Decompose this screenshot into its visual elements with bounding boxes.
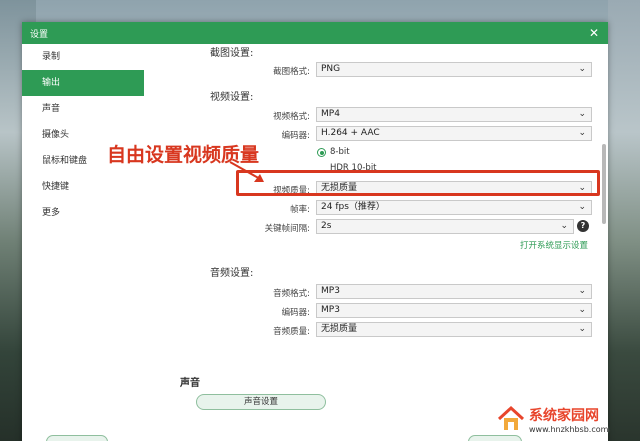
audio-quality-value: 无损质量 xyxy=(321,324,358,334)
audio-quality-select[interactable]: 无损质量 ⌄ xyxy=(316,322,592,337)
sound-section-title: 声音 xyxy=(180,378,200,389)
window-title: 设置 xyxy=(30,29,49,40)
background-right xyxy=(608,0,640,441)
audio-format-value: MP3 xyxy=(321,286,340,296)
chevron-down-icon: ⌄ xyxy=(560,221,568,231)
bottom-left-button[interactable] xyxy=(46,435,108,441)
audio-encoder-select[interactable]: MP3 ⌄ xyxy=(316,303,592,318)
chevron-down-icon: ⌄ xyxy=(578,109,586,119)
video-format-value: MP4 xyxy=(321,109,340,119)
settings-content: 截图设置: 截图格式: PNG ⌄ 视频设置: 视频格式: MP4 ⌄ 编码器:… xyxy=(144,44,608,441)
sidebar: 录制 输出 声音 摄像头 鼠标和键盘 快捷键 更多 xyxy=(22,44,144,441)
chevron-down-icon: ⌄ xyxy=(578,128,586,138)
settings-window: 设置 ✕ 录制 输出 声音 摄像头 鼠标和键盘 快捷键 更多 截图设置: 截图格… xyxy=(22,22,608,441)
sidebar-item-output[interactable]: 输出 xyxy=(22,70,144,96)
scrollbar[interactable] xyxy=(602,44,606,441)
sidebar-item-more[interactable]: 更多 xyxy=(22,200,144,226)
keyframe-value: 2s xyxy=(321,221,332,231)
audio-format-select[interactable]: MP3 ⌄ xyxy=(316,284,592,299)
chevron-down-icon: ⌄ xyxy=(578,305,586,315)
audio-quality-label: 音频质量: xyxy=(273,327,310,337)
title-bar: 设置 ✕ xyxy=(22,22,608,44)
framerate-value: 24 fps（推荐） xyxy=(321,202,385,212)
audio-encoder-label: 编码器: xyxy=(281,308,310,318)
radio-8bit[interactable] xyxy=(317,148,326,157)
house-logo-icon xyxy=(497,405,525,433)
chevron-down-icon: ⌄ xyxy=(578,64,586,74)
watermark-url: www.hnzkhbsb.com xyxy=(529,424,609,434)
audio-encoder-value: MP3 xyxy=(321,305,340,315)
framerate-label: 帧率: xyxy=(290,205,310,215)
radio-8bit-label: 8-bit xyxy=(330,147,350,157)
video-section-title: 视频设置: xyxy=(210,92,254,103)
help-icon[interactable]: ? xyxy=(577,220,589,232)
screenshot-format-select[interactable]: PNG ⌄ xyxy=(316,62,592,77)
chevron-down-icon: ⌄ xyxy=(578,202,586,212)
screenshot-format-value: PNG xyxy=(321,64,341,74)
audio-format-label: 音频格式: xyxy=(273,289,310,299)
keyframe-select[interactable]: 2s ⌄ xyxy=(316,219,574,234)
watermark: 系统家园网 www.hnzkhbsb.com xyxy=(497,398,637,440)
chevron-down-icon: ⌄ xyxy=(578,324,586,334)
keyframe-label: 关键帧间隔: xyxy=(264,224,310,234)
sidebar-item-sound[interactable]: 声音 xyxy=(22,96,144,122)
watermark-title: 系统家园网 xyxy=(529,407,599,424)
video-format-label: 视频格式: xyxy=(273,112,310,122)
sidebar-item-record[interactable]: 录制 xyxy=(22,44,144,70)
highlight-box xyxy=(236,170,600,196)
video-format-select[interactable]: MP4 ⌄ xyxy=(316,107,592,122)
annotation-arrow-icon xyxy=(229,161,264,182)
audio-section-title: 音频设置: xyxy=(210,268,254,279)
video-encoder-value: H.264 + AAC xyxy=(321,128,380,138)
sidebar-item-hotkeys[interactable]: 快捷键 xyxy=(22,174,144,200)
chevron-down-icon: ⌄ xyxy=(578,286,586,296)
sound-settings-button[interactable]: 声音设置 xyxy=(196,394,326,410)
open-display-settings-link[interactable]: 打开系统显示设置 xyxy=(520,239,588,251)
close-icon[interactable]: ✕ xyxy=(586,25,602,41)
scrollbar-thumb[interactable] xyxy=(602,144,606,224)
screenshot-section-title: 截图设置: xyxy=(210,48,254,59)
framerate-select[interactable]: 24 fps（推荐） ⌄ xyxy=(316,200,592,215)
video-encoder-select[interactable]: H.264 + AAC ⌄ xyxy=(316,126,592,141)
screenshot-format-label: 截图格式: xyxy=(273,67,310,77)
